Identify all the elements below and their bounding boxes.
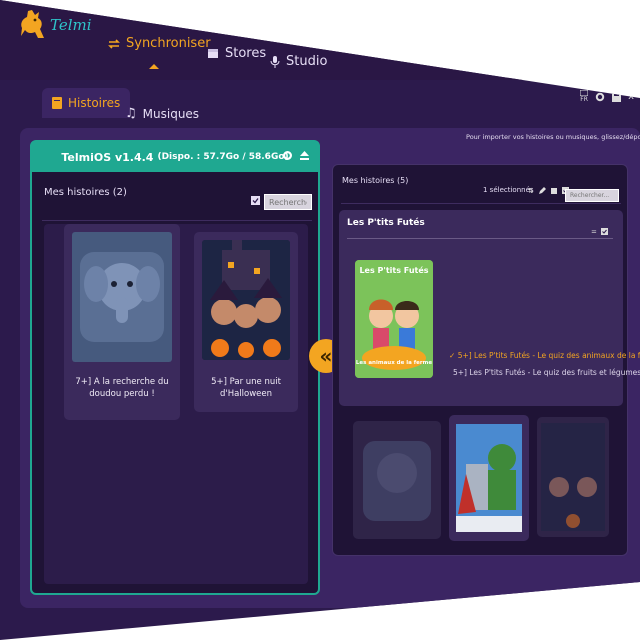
select-all-checkbox[interactable]	[251, 196, 260, 205]
book-icon	[52, 97, 62, 109]
divider	[42, 220, 312, 221]
library-search-input[interactable]	[565, 189, 619, 202]
nav-stores-label: Stores	[225, 46, 267, 61]
story-cover	[72, 232, 172, 362]
story-card[interactable]: 7+] A la recherche du doudou perdu !	[64, 224, 180, 420]
kangaroo-logo-icon	[21, 10, 44, 38]
pack-story-label: 5+] Les P'tits Futés - Le quiz des anima…	[457, 351, 640, 360]
story-card[interactable]: 5+] Par une nuit d'Halloween	[194, 232, 298, 412]
check-icon: ✓	[449, 351, 456, 360]
elephant-plush-image	[363, 441, 431, 521]
save-icon[interactable]	[612, 91, 622, 102]
library-toolbar: ⇅	[528, 187, 569, 195]
close-button[interactable]: x	[628, 91, 634, 102]
delete-icon[interactable]	[550, 187, 557, 194]
pack-title: Les P'tits Futés	[347, 218, 425, 228]
halloween-image	[541, 423, 605, 531]
story-title: 5+] Par une nuit d'Halloween	[194, 376, 298, 400]
language-label: FR	[580, 96, 588, 103]
selected-count: 1 sélectionnés	[483, 186, 534, 194]
story-title-line1: 7+] A la recherche du	[75, 377, 169, 387]
gear-icon[interactable]	[595, 92, 605, 102]
device-header: TelmiOS v1.4.4 (Dispo. : 57.7Go / 58.6Go…	[32, 142, 318, 172]
device-storage: (Dispo. : 57.7Go / 58.6Go)	[157, 152, 289, 162]
story-title-line2: d'Halloween	[219, 389, 273, 399]
settings-icon[interactable]	[282, 150, 293, 161]
window-controls: FR x	[580, 90, 634, 103]
story-card[interactable]	[537, 417, 609, 537]
pack-story-selected[interactable]: ✓ 5+] Les P'tits Futés - Le quiz des ani…	[449, 351, 640, 360]
edit-icon[interactable]	[538, 187, 546, 194]
cover-title: Les P'tits Futés	[359, 266, 429, 275]
device-story-grid: 7+] A la recherche du doudou perdu ! 5+]…	[44, 224, 308, 584]
pack-story[interactable]: 5+] Les P'tits Futés - Le quiz des fruit…	[453, 368, 640, 377]
story-title-line1: 5+] Par une nuit	[211, 377, 281, 387]
nav-stores[interactable]: Stores	[207, 46, 266, 61]
device-name: TelmiOS v1.4.4	[61, 150, 154, 164]
elephant-plush-image	[80, 252, 164, 342]
nav-synchroniser[interactable]: Synchroniser	[108, 36, 211, 51]
nav-synchroniser-label: Synchroniser	[126, 36, 211, 51]
language-button[interactable]: FR	[580, 90, 589, 103]
cover-subtitle: Les animaux de la ferme	[355, 360, 433, 366]
story-title: 7+] A la recherche du doudou perdu !	[64, 376, 180, 400]
device-search-input[interactable]	[264, 194, 312, 210]
app-logo: Telmi	[18, 8, 92, 42]
halloween-image	[202, 240, 290, 360]
tab-histoires-label: Histoires	[68, 96, 121, 110]
sort-icon[interactable]: ⇅	[528, 187, 534, 195]
divider	[347, 238, 613, 239]
story-cover	[202, 240, 290, 360]
story-card[interactable]	[353, 421, 441, 539]
store-icon	[208, 48, 218, 58]
tab-histoires[interactable]: Histoires	[42, 88, 131, 118]
story-pack[interactable]: Les P'tits Futés = Les P'tits Futés Les …	[339, 210, 640, 406]
nav-active-indicator	[149, 64, 159, 69]
library-list-title: Mes histoires (5)	[342, 176, 409, 185]
knight-and-ogre-image	[456, 424, 522, 532]
tab-musiques[interactable]: ♫ Musiques	[125, 106, 199, 121]
music-note-icon: ♫	[125, 106, 137, 121]
tab-musiques-label: Musiques	[142, 106, 200, 121]
sync-icon	[108, 38, 120, 49]
microphone-icon	[270, 55, 280, 68]
app-window: Telmi Synchroniser Stores Studio FR x Hi…	[0, 0, 640, 640]
device-panel: TelmiOS v1.4.4 (Dispo. : 57.7Go / 58.6Go…	[30, 140, 320, 595]
double-chevron-left-icon: «	[319, 344, 333, 368]
device-list-title: Mes histoires (2)	[44, 187, 127, 198]
pack-checkbox[interactable]	[600, 228, 608, 235]
library-panel: Mes histoires (5) 1 sélectionnés ⇅ Les P…	[332, 164, 640, 556]
eject-icon[interactable]	[299, 150, 310, 161]
nav-studio-label: Studio	[286, 54, 328, 69]
pack-actions: =	[591, 228, 608, 236]
top-bar: Telmi Synchroniser Stores Studio	[0, 0, 640, 80]
import-hint: Pour importer vos histoires ou musiques,…	[466, 133, 640, 141]
pack-story-label: 5+] Les P'tits Futés - Le quiz des fruit…	[453, 368, 640, 377]
collapse-icon[interactable]: =	[591, 228, 597, 236]
story-card[interactable]	[449, 415, 529, 541]
story-title-line2: doudou perdu !	[89, 389, 155, 399]
nav-studio[interactable]: Studio	[270, 54, 327, 69]
pack-cover: Les P'tits Futés Les animaux de la ferme	[355, 260, 433, 378]
divider	[341, 203, 621, 204]
logo-text: Telmi	[50, 16, 92, 34]
